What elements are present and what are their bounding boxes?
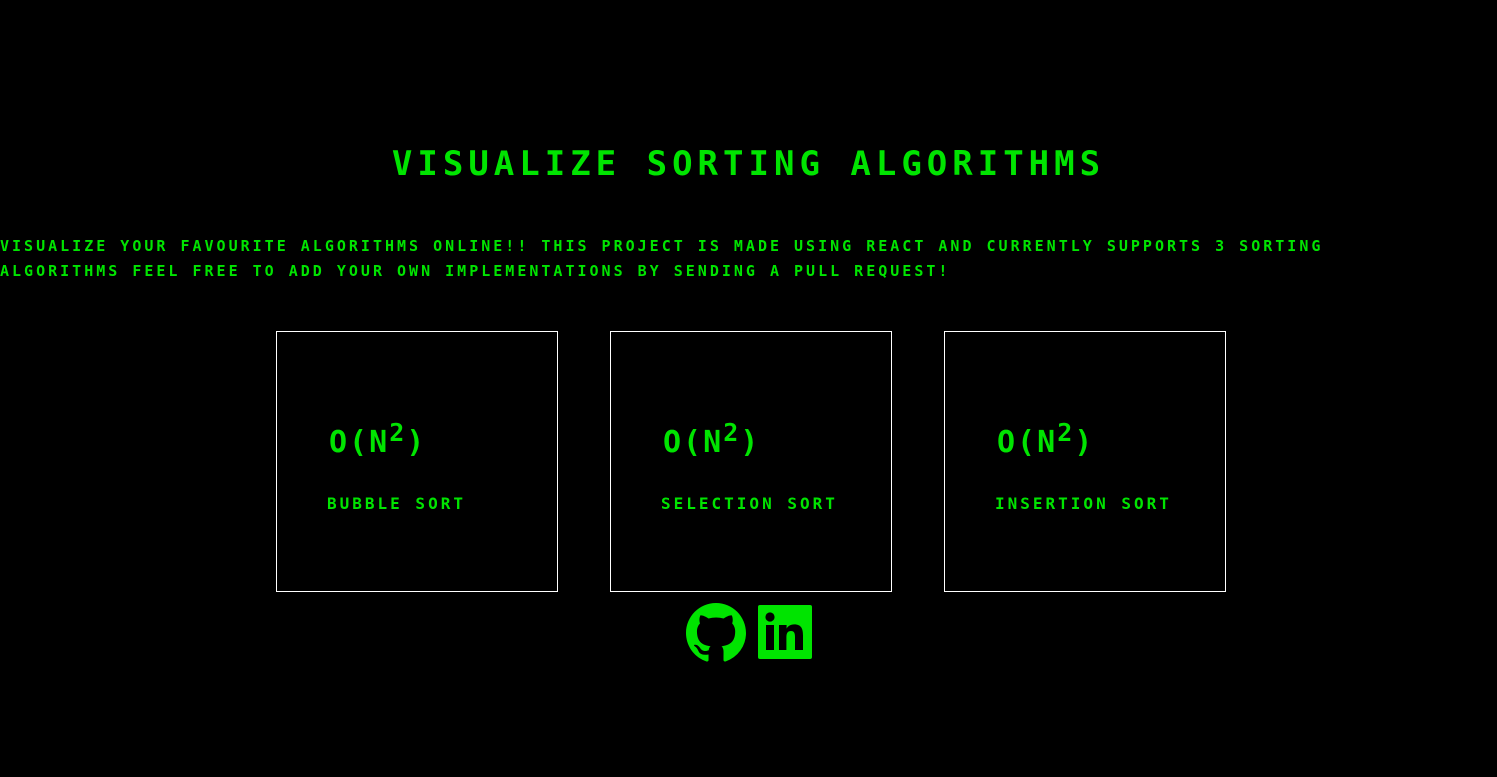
algorithm-name: Selection Sort [661, 494, 838, 513]
selection-sort-card[interactable]: O(N2) Selection Sort [610, 331, 892, 592]
github-link[interactable] [686, 603, 746, 663]
algorithm-name: Insertion Sort [995, 494, 1172, 513]
complexity-label: O(N2) [663, 418, 761, 460]
page-title: Visualize Sorting Algorithms [391, 144, 1106, 184]
bubble-sort-card[interactable]: O(N2) Bubble Sort [276, 331, 558, 592]
social-links [686, 603, 816, 663]
insertion-sort-card[interactable]: O(N2) Insertion Sort [944, 331, 1226, 592]
github-icon [686, 603, 746, 662]
complexity-label: O(N2) [997, 418, 1095, 460]
complexity-label: O(N2) [329, 418, 427, 460]
algorithm-name: Bubble Sort [327, 494, 466, 513]
linkedin-link[interactable] [758, 605, 812, 659]
intro-text: Visualize your favourite algorithms onli… [0, 237, 1324, 280]
linkedin-icon [758, 605, 812, 659]
